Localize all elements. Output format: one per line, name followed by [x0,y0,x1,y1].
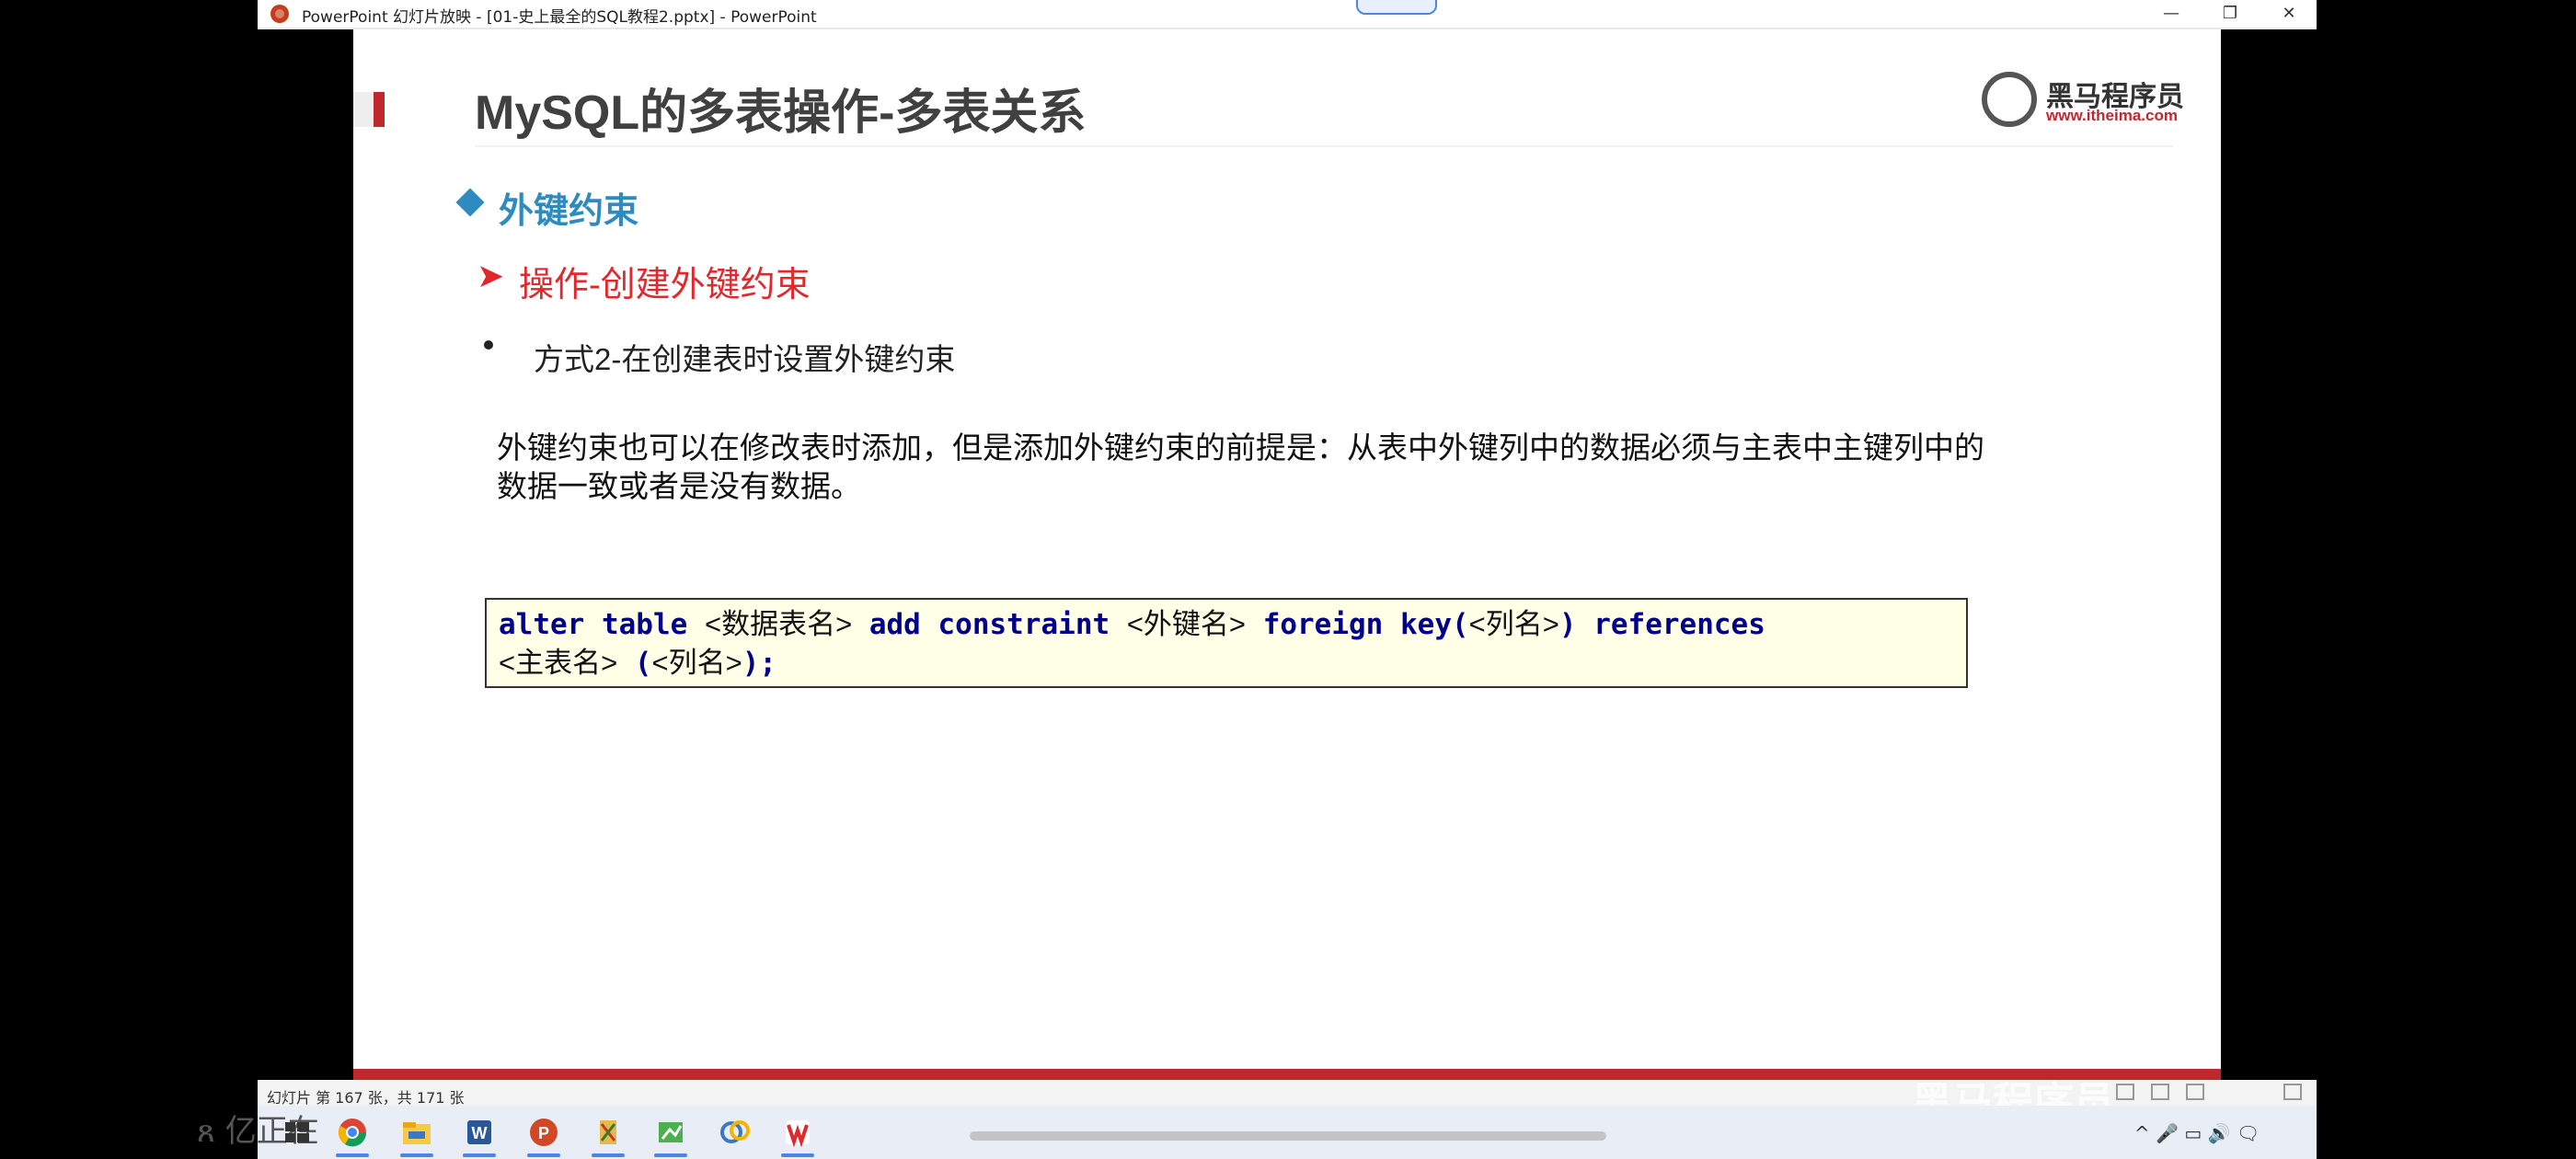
wps-active-indicator [781,1153,814,1157]
code-keyword: foreign key( [1246,608,1469,641]
powerpoint-active-indicator [527,1153,560,1157]
close-button[interactable]: ✕ [2260,0,2318,28]
app-5-icon[interactable] [591,1115,626,1150]
app-7-icon[interactable] [718,1115,753,1150]
horse-logo-icon [1982,72,2037,127]
title-divider [475,145,2173,147]
windows-start-icon[interactable] [280,1115,315,1150]
svg-text:W: W [472,1124,488,1142]
powerpoint-taskbar-icon[interactable]: P [526,1115,561,1150]
code-keyword: ) references [1558,608,1765,641]
wps-icon[interactable] [780,1115,815,1150]
code-keyword: ); [742,647,777,680]
word-icon[interactable]: W [462,1115,497,1150]
slideshow-view-icon[interactable] [2283,1084,2302,1100]
app-6-active-indicator [654,1153,687,1157]
svg-text:P: P [538,1124,549,1142]
arrow-bullet-icon: ➤ [477,258,505,295]
reading-view-icon[interactable] [2186,1084,2204,1100]
powerpoint-icon [270,5,289,23]
logo-url: www.itheima.com [2046,107,2178,124]
horizontal-scrollbar[interactable] [970,1131,1606,1141]
title-red-mark [374,92,385,127]
window-title: PowerPoint 幻灯片放映 - [01-史上最全的SQL教程2.pptx]… [302,8,817,27]
title-gray-mark [353,92,374,127]
subsection-heading: 操作-创建外键约束 [519,266,811,304]
code-placeholder: <数据表名> [704,608,853,640]
code-keyword: add constraint [852,608,1127,641]
code-placeholder: <列名> [651,647,742,679]
normal-view-icon[interactable] [2116,1084,2134,1100]
code-placeholder: <列名> [1468,608,1559,640]
description-paragraph: 外键约束也可以在修改表时添加，但是添加外键约束的前提是：从表中外键列中的数据必须… [497,430,1984,503]
sorter-view-icon[interactable] [2151,1084,2169,1100]
slide-title: MySQL的多表操作-多表关系 [475,86,1087,140]
word-active-indicator [463,1153,496,1157]
code-placeholder: <主表名> [499,647,618,679]
top-scroll-handle[interactable] [1356,0,1437,15]
system-tray[interactable]: ^ 🎤 ▭ 🔊 🗨 [2134,1122,2260,1144]
chrome-active-indicator [336,1153,369,1157]
app-5-active-indicator [592,1153,625,1157]
section-heading: 外键约束 [499,192,639,231]
dot-bullet-icon [484,340,493,350]
app-6-icon[interactable] [653,1115,688,1150]
file-explorer-icon[interactable] [399,1115,434,1150]
minimize-button[interactable]: — [2142,0,2201,28]
sql-code: alter table <数据表名> add constraint <外键名> … [499,605,1961,683]
explorer-active-indicator [400,1153,433,1157]
code-placeholder: <外键名> [1126,608,1247,640]
bullet-item: 方式2-在创建表时设置外键约束 [534,342,956,376]
code-keyword: ( [617,647,652,680]
slide-counter: 幻灯片 第 167 张，共 171 张 [267,1089,465,1107]
chrome-icon[interactable] [335,1115,370,1150]
code-keyword: alter table [499,608,705,641]
restore-button[interactable]: ❐ [2201,0,2260,28]
